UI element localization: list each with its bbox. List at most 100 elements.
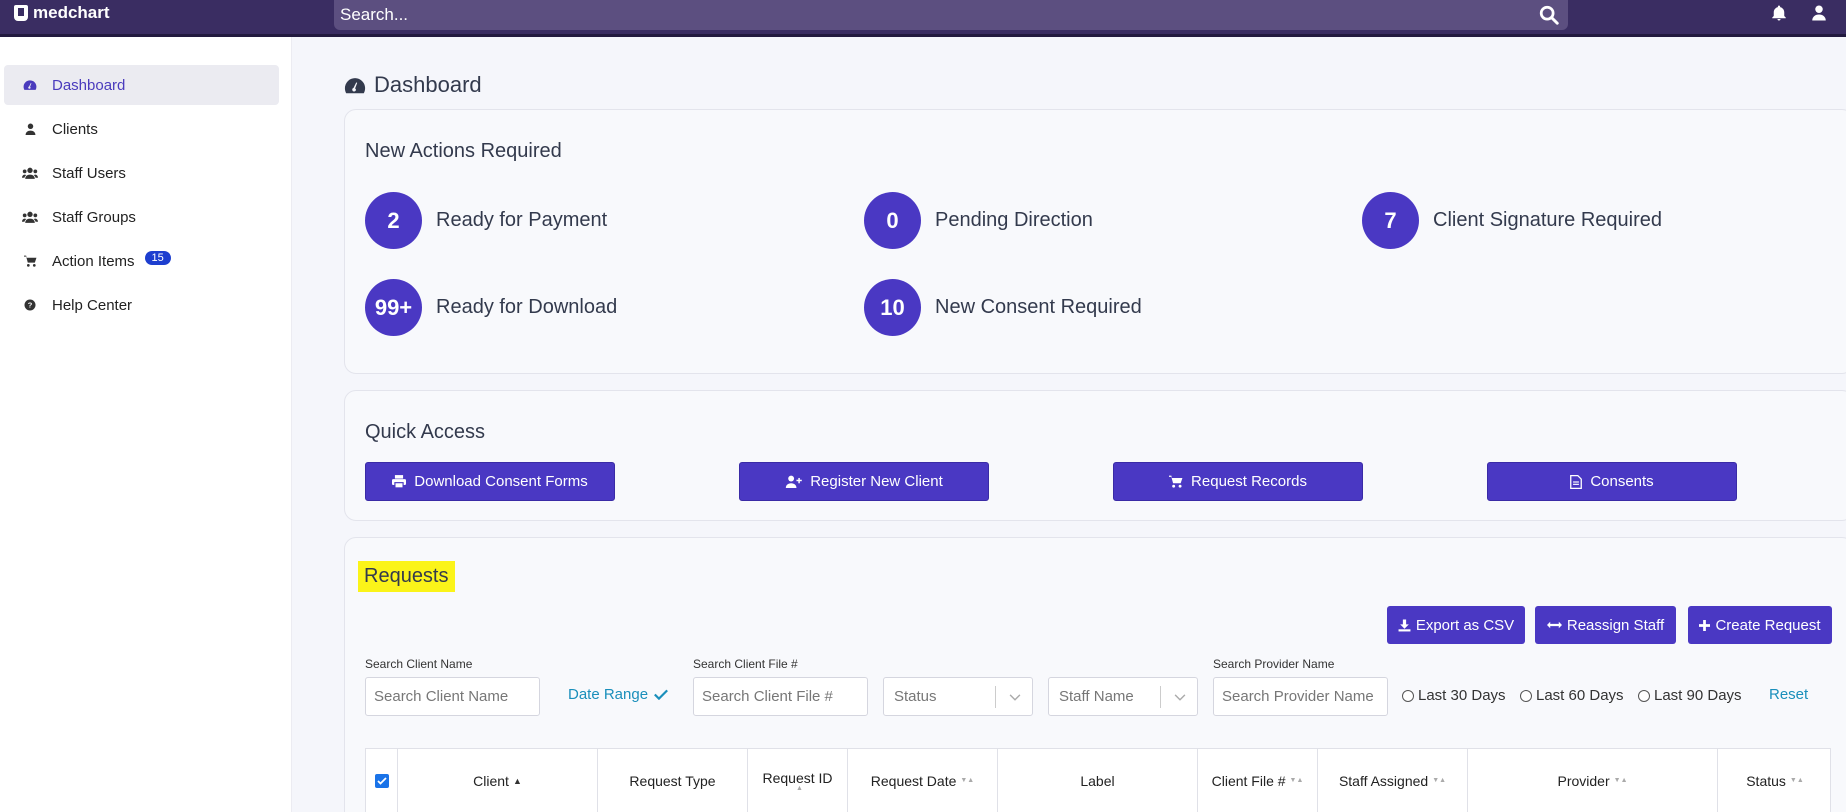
arrows-horizontal-icon <box>1546 621 1562 629</box>
download-icon <box>1398 619 1411 631</box>
column-header-request-id[interactable]: Request ID ▲ <box>747 749 847 812</box>
provider-name-input[interactable] <box>1213 677 1388 716</box>
action-label: Client Signature Required <box>1433 209 1663 231</box>
sort-icon: ▼▲ <box>1289 777 1304 784</box>
action-items-badge: 15 <box>144 251 171 265</box>
action-label: Ready for Download <box>436 296 618 318</box>
create-request-button[interactable]: Create Request <box>1688 606 1832 644</box>
sidebar-item-staff-users[interactable]: Staff Users <box>4 153 279 193</box>
users-icon <box>22 210 38 224</box>
new-actions-title: New Actions Required <box>365 140 562 162</box>
tachometer-icon <box>22 78 38 92</box>
search-icon[interactable] <box>1538 4 1560 26</box>
date-range-label: Date Range <box>568 686 649 703</box>
column-header-staff-assigned[interactable]: Staff Assigned ▼▲ <box>1317 749 1467 812</box>
client-name-input[interactable] <box>365 677 540 716</box>
register-new-client-button[interactable]: Register New Client <box>739 462 989 501</box>
column-header-provider[interactable]: Provider ▼▲ <box>1467 749 1717 812</box>
action-count: 2 <box>365 192 422 249</box>
request-records-button[interactable]: Request Records <box>1113 462 1363 501</box>
action-count: 10 <box>864 279 921 336</box>
column-label: Request Date <box>870 773 957 789</box>
button-label: Register New Client <box>810 473 943 490</box>
button-label: Create Request <box>1715 616 1821 634</box>
action-pending-direction[interactable]: 0 Pending Direction <box>864 192 1093 249</box>
sort-icon: ▲ <box>796 785 803 792</box>
client-name-label: Search Client Name <box>365 657 473 671</box>
sidebar-item-label: Action Items <box>52 252 135 270</box>
radio-label: Last 90 Days <box>1654 687 1742 704</box>
status-select[interactable]: Status <box>883 677 1033 716</box>
sidebar-item-label: Dashboard <box>52 76 126 94</box>
sidebar-item-dashboard[interactable]: Dashboard <box>4 65 279 105</box>
column-header-label[interactable]: Label <box>997 749 1197 812</box>
top-navbar: medchart <box>0 0 1846 37</box>
global-search-input[interactable] <box>340 5 1490 25</box>
select-all-cell <box>366 749 397 812</box>
action-label: Ready for Payment <box>436 209 608 231</box>
column-label: Request ID <box>762 770 833 786</box>
chevron-down-icon <box>1009 694 1021 701</box>
action-client-signature-required[interactable]: 7 Client Signature Required <box>1362 192 1662 249</box>
users-icon <box>22 166 38 180</box>
column-header-request-type[interactable]: Request Type <box>597 749 747 812</box>
column-label: Client <box>473 773 509 789</box>
bell-icon[interactable] <box>1770 4 1788 22</box>
column-header-request-date[interactable]: Request Date ▼▲ <box>847 749 997 812</box>
staff-name-select[interactable]: Staff Name <box>1048 677 1198 716</box>
plus-icon <box>1699 619 1711 631</box>
staff-name-select-value: Staff Name <box>1059 688 1134 705</box>
reassign-staff-button[interactable]: Reassign Staff <box>1535 606 1676 644</box>
app-logo[interactable]: medchart <box>14 3 110 23</box>
radio-circle <box>1402 689 1414 702</box>
button-label: Consents <box>1590 473 1654 490</box>
sidebar-item-label: Clients <box>52 120 98 138</box>
sidebar: Dashboard Clients Staff Users Staff Grou… <box>0 37 292 812</box>
action-count: 7 <box>1362 192 1419 249</box>
global-search <box>334 0 1568 30</box>
client-file-input[interactable] <box>693 677 868 716</box>
action-new-consent-required[interactable]: 10 New Consent Required <box>864 279 1142 336</box>
provider-name-label: Search Provider Name <box>1213 657 1335 671</box>
requests-title: Requests <box>358 561 455 592</box>
column-header-client-file[interactable]: Client File # ▼▲ <box>1197 749 1317 812</box>
question-circle-icon: ? <box>22 298 38 312</box>
action-ready-for-payment[interactable]: 2 Ready for Payment <box>365 192 607 249</box>
svg-text:?: ? <box>28 301 33 310</box>
column-label: Provider <box>1557 773 1610 789</box>
sidebar-item-action-items[interactable]: Action Items 15 <box>4 241 279 281</box>
sidebar-item-help-center[interactable]: ? Help Center <box>4 285 279 325</box>
download-consent-forms-button[interactable]: Download Consent Forms <box>365 462 615 501</box>
tachometer-icon <box>344 77 366 93</box>
sidebar-item-clients[interactable]: Clients <box>4 109 279 149</box>
action-count: 99+ <box>365 279 422 336</box>
column-header-client[interactable]: Client ▲ <box>397 749 597 812</box>
radio-last-90-days[interactable]: Last 90 Days <box>1638 687 1742 704</box>
sort-icon: ▼▲ <box>1613 777 1628 784</box>
radio-circle <box>1638 689 1650 702</box>
export-csv-button[interactable]: Export as CSV <box>1387 606 1525 644</box>
sort-icon: ▼▲ <box>1432 777 1447 784</box>
sort-icon: ▼▲ <box>960 777 975 784</box>
date-range-toggle[interactable]: Date Range <box>568 686 669 703</box>
radio-label: Last 30 Days <box>1418 687 1506 704</box>
cart-icon <box>22 254 38 268</box>
action-label: New Consent Required <box>935 296 1142 318</box>
consents-button[interactable]: Consents <box>1487 462 1737 501</box>
radio-last-60-days[interactable]: Last 60 Days <box>1520 687 1624 704</box>
reset-filters-link[interactable]: Reset <box>1769 686 1808 703</box>
action-label: Pending Direction <box>935 209 1093 231</box>
radio-last-30-days[interactable]: Last 30 Days <box>1402 687 1506 704</box>
column-header-status[interactable]: Status ▼▲ <box>1717 749 1832 812</box>
button-label: Request Records <box>1191 473 1307 490</box>
button-label: Export as CSV <box>1415 616 1515 634</box>
logo-icon <box>14 5 28 21</box>
sidebar-item-staff-groups[interactable]: Staff Groups <box>4 197 279 237</box>
action-ready-for-download[interactable]: 99+ Ready for Download <box>365 279 617 336</box>
user-icon[interactable] <box>1810 4 1828 22</box>
quick-access-title: Quick Access <box>365 421 486 443</box>
select-all-checkbox[interactable] <box>374 774 389 788</box>
client-file-label: Search Client File # <box>693 657 798 671</box>
sort-asc-icon: ▲ <box>512 776 522 786</box>
chevron-down-icon <box>1174 694 1186 701</box>
